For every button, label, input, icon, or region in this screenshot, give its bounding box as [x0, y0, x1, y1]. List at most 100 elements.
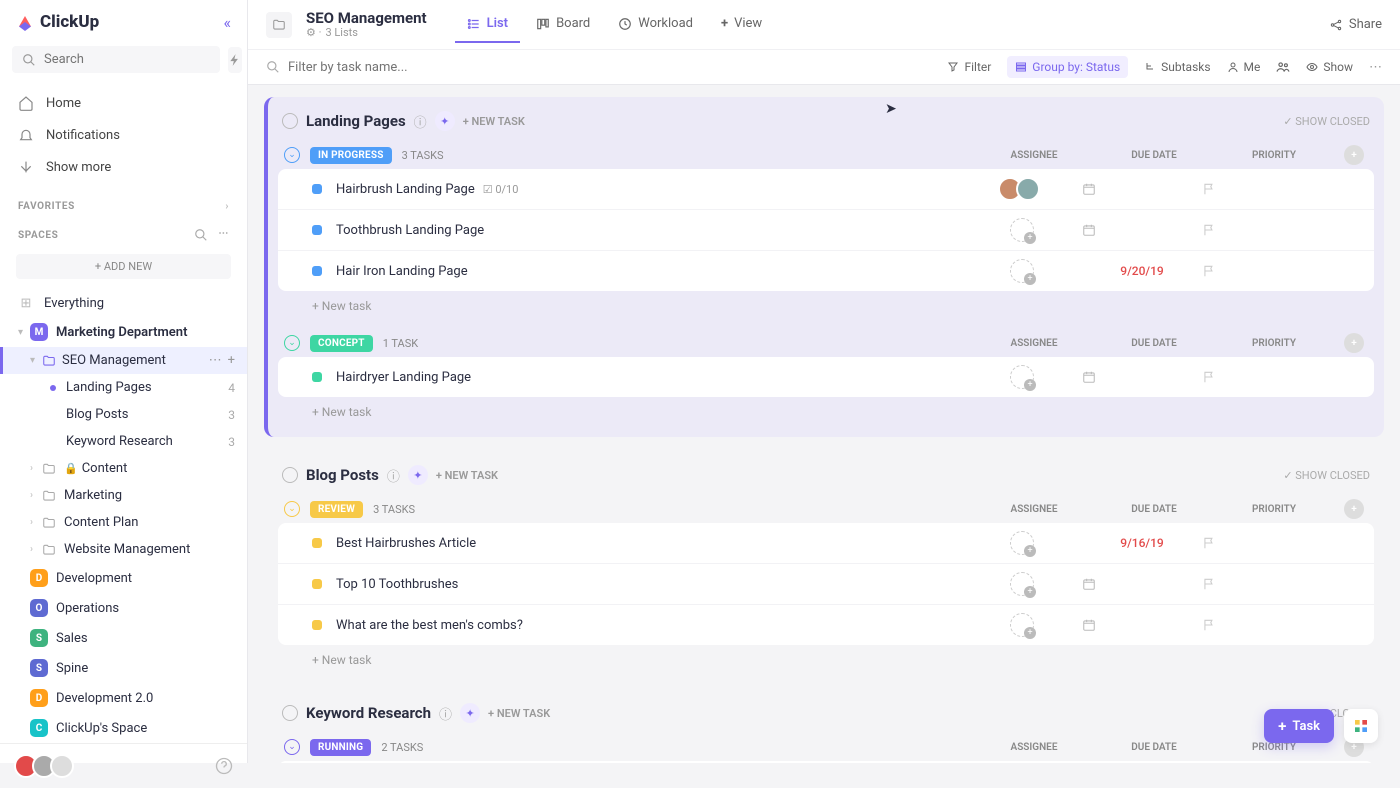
priority-flag[interactable] — [1202, 577, 1322, 591]
status-square[interactable] — [312, 620, 322, 630]
sidebar-item[interactable]: ›Marketing — [0, 482, 247, 509]
nav-home[interactable]: Home — [0, 87, 247, 119]
space-item[interactable]: SSpine — [0, 653, 247, 683]
chevron-right-icon[interactable]: › — [225, 201, 229, 212]
space-item[interactable]: DDevelopment — [0, 563, 247, 593]
sidebar-list-item[interactable]: Keyword Research3 — [0, 428, 247, 455]
sidebar-item-everything[interactable]: ⊞Everything — [0, 289, 247, 317]
task-row[interactable]: Best Hairbrushes Article9/16/19 — [278, 523, 1374, 564]
group-toggle[interactable]: ⌄ — [284, 147, 300, 163]
due-date[interactable] — [1082, 223, 1202, 237]
task-row[interactable]: Hairbrush Landing Page☑ 0/10 — [278, 169, 1374, 210]
show-button[interactable]: Show — [1306, 60, 1353, 74]
sidebar-list-item[interactable]: Blog Posts3 — [0, 401, 247, 428]
task-row[interactable]: Toothbrush Landing Page — [278, 210, 1374, 251]
nav-notifications[interactable]: Notifications — [0, 119, 247, 151]
ellipsis-icon[interactable]: ⋯ — [209, 353, 222, 368]
status-square[interactable] — [312, 266, 322, 276]
priority-flag[interactable] — [1202, 370, 1322, 384]
add-column-button[interactable]: + — [1344, 145, 1364, 165]
add-column-button[interactable]: + — [1344, 499, 1364, 519]
info-icon[interactable]: ⓘ — [414, 112, 427, 131]
view-tab-board[interactable]: Board — [524, 6, 602, 43]
ellipsis-icon[interactable]: ⋯ — [218, 228, 229, 242]
assignee-placeholder[interactable] — [1010, 365, 1034, 389]
task-row[interactable]: What are the best men's combs? — [278, 605, 1374, 645]
assignees-button[interactable] — [1276, 60, 1290, 74]
status-square[interactable] — [312, 372, 322, 382]
sparkle-icon[interactable]: ✦ — [460, 703, 480, 723]
presence-avatars[interactable] — [14, 754, 74, 778]
filter-button[interactable]: Filter — [947, 60, 991, 74]
quick-action-button[interactable] — [228, 47, 242, 73]
view-tab-workload[interactable]: Workload — [606, 6, 705, 43]
show-closed-button[interactable]: ✓ SHOW CLOSED — [1283, 115, 1370, 128]
sidebar-list-item[interactable]: Landing Pages4 — [0, 374, 247, 401]
info-icon[interactable]: ⓘ — [387, 466, 400, 485]
nav-showmore[interactable]: Show more — [0, 151, 247, 183]
space-item[interactable]: OOperations — [0, 593, 247, 623]
group-toggle[interactable]: ⌄ — [284, 501, 300, 517]
me-button[interactable]: Me — [1227, 60, 1261, 74]
assignee-placeholder[interactable] — [1010, 218, 1034, 242]
space-item[interactable]: DDevelopment 2.0 — [0, 683, 247, 713]
status-badge[interactable]: REVIEW — [310, 501, 363, 518]
space-item[interactable]: CClickUp's Space — [0, 713, 247, 743]
due-date[interactable]: 9/16/19 — [1082, 536, 1202, 550]
due-date[interactable] — [1082, 618, 1202, 632]
collapse-sidebar-icon[interactable]: « — [223, 13, 231, 32]
priority-flag[interactable] — [1202, 536, 1322, 550]
section-toggle[interactable] — [282, 467, 298, 483]
priority-flag[interactable] — [1202, 618, 1322, 632]
status-square[interactable] — [312, 184, 322, 194]
assignee-placeholder[interactable] — [1010, 572, 1034, 596]
view-tab-list[interactable]: List — [455, 6, 520, 43]
search-icon[interactable] — [194, 228, 208, 242]
view-tab-view[interactable]: +View — [709, 6, 774, 43]
priority-flag[interactable] — [1202, 182, 1322, 196]
sidebar-item[interactable]: ›🔒Content — [0, 455, 247, 482]
assignee-placeholder[interactable] — [1010, 613, 1034, 637]
status-badge[interactable]: CONCEPT — [310, 335, 373, 352]
sparkle-icon[interactable]: ✦ — [435, 111, 455, 131]
task-row[interactable]: Hair Iron Landing Page9/20/19 — [278, 251, 1374, 291]
sidebar-item[interactable]: ›Website Management — [0, 536, 247, 563]
search-input[interactable] — [12, 46, 220, 73]
priority-flag[interactable] — [1202, 223, 1322, 237]
new-task-row[interactable]: + New task — [278, 645, 1374, 675]
status-badge[interactable]: IN PROGRESS — [310, 147, 392, 164]
space-item[interactable]: SSales — [0, 623, 247, 653]
logo[interactable]: ClickUp — [16, 12, 99, 32]
subtasks-button[interactable]: Subtasks — [1144, 60, 1210, 74]
new-task-fab[interactable]: +Task — [1264, 709, 1334, 743]
new-task-row[interactable]: + New task — [278, 397, 1374, 427]
status-square[interactable] — [312, 579, 322, 589]
due-date[interactable] — [1082, 577, 1202, 591]
due-date[interactable] — [1082, 370, 1202, 384]
sidebar-item[interactable]: ▾SEO Management⋯+ — [0, 347, 247, 374]
info-icon[interactable]: ⓘ — [439, 704, 452, 723]
filter-input[interactable] — [266, 60, 931, 75]
more-button[interactable]: ⋯ — [1369, 60, 1382, 75]
sparkle-icon[interactable]: ✦ — [408, 465, 428, 485]
priority-flag[interactable] — [1202, 264, 1322, 278]
space-item[interactable]: ▾MMarketing Department — [0, 317, 247, 347]
sidebar-item[interactable]: ›Content Plan — [0, 509, 247, 536]
groupby-button[interactable]: Group by: Status — [1007, 56, 1128, 78]
new-task-button[interactable]: + NEW TASK — [463, 115, 525, 128]
show-closed-button[interactable]: ✓ SHOW CLOSED — [1283, 469, 1370, 482]
new-task-button[interactable]: + NEW TASK — [488, 707, 550, 720]
due-date[interactable]: 9/20/19 — [1082, 264, 1202, 278]
group-toggle[interactable]: ⌄ — [284, 739, 300, 755]
task-row[interactable]: Hairdryer Landing Page — [278, 357, 1374, 397]
new-task-row[interactable]: + New task — [278, 291, 1374, 321]
status-badge[interactable]: RUNNING — [310, 739, 371, 756]
task-row[interactable]: Top 10 Toothbrushes — [278, 564, 1374, 605]
apps-fab[interactable] — [1344, 709, 1378, 743]
plus-icon[interactable]: + — [228, 353, 235, 368]
help-button[interactable] — [215, 757, 233, 775]
section-toggle[interactable] — [282, 705, 298, 721]
new-task-button[interactable]: + NEW TASK — [436, 469, 498, 482]
status-square[interactable] — [312, 538, 322, 548]
share-button[interactable]: Share — [1329, 17, 1382, 32]
